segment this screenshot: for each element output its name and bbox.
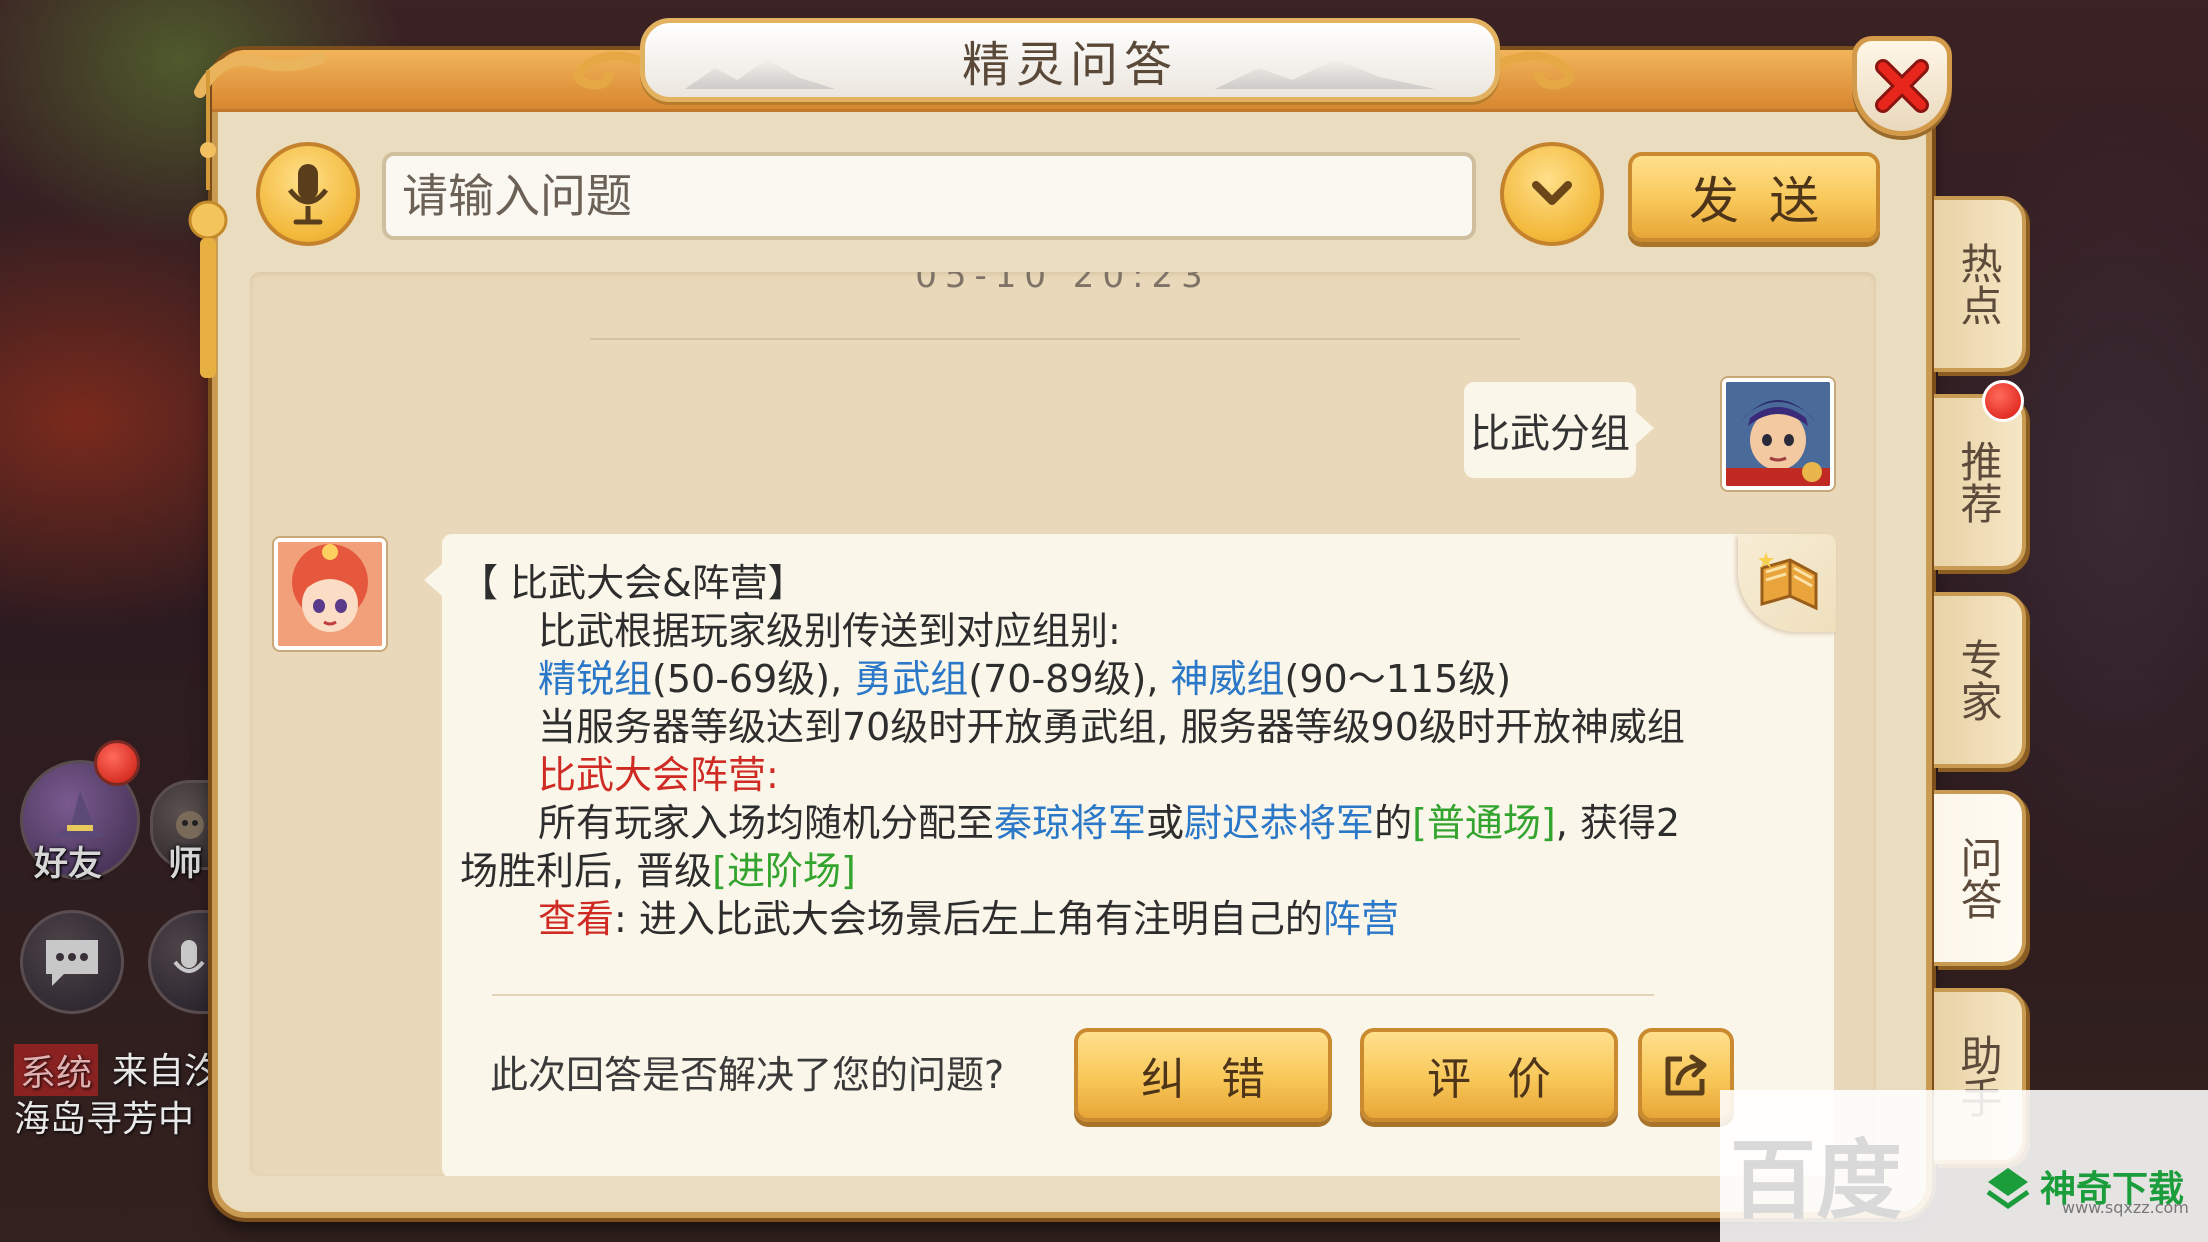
- scroll-ornament-right: [1480, 51, 1575, 90]
- friend-label: 好友: [34, 844, 102, 884]
- close-button[interactable]: [1852, 36, 1952, 136]
- dialog-title: 精灵问答: [961, 37, 1178, 93]
- chat-button[interactable]: [20, 910, 124, 1014]
- answer-line-1: 比武根据玩家级别传送到对应组别:: [538, 609, 1121, 653]
- qin-qiong-link[interactable]: 秦琼将军: [994, 801, 1146, 845]
- elite-group-link[interactable]: 精锐组: [538, 657, 652, 701]
- elite-group-range: (50-69级),: [652, 657, 843, 701]
- answer-text: : 进入比武大会场景后左上角有注明自己的: [614, 897, 1323, 941]
- divine-group-link[interactable]: 神威组: [1171, 657, 1285, 701]
- tab-label: 推荐: [1954, 440, 2003, 524]
- tab-qa[interactable]: 问答: [1934, 790, 2026, 966]
- friend-notification-dot: [94, 740, 140, 786]
- question-input[interactable]: [382, 152, 1476, 240]
- history-dropdown-button[interactable]: [1500, 142, 1604, 246]
- voice-input-button[interactable]: [256, 142, 360, 246]
- answer-text: 所有玩家入场均随机分配至: [538, 801, 995, 845]
- answer-line-3: 当服务器等级达到70级时开放勇武组, 服务器等级90级时开放神威组: [538, 705, 1685, 749]
- tassel-decoration: [188, 70, 228, 378]
- microphone-icon: [288, 164, 328, 225]
- fairy-girl-portrait-icon: [278, 542, 382, 646]
- answer-line-2: 精锐组(50-69级), 勇武组(70-89级), 神威组(90～115级): [538, 648, 1511, 703]
- send-button[interactable]: 发送: [1628, 152, 1880, 242]
- mountain-decoration: [1215, 59, 1435, 89]
- tab-label: 专家: [1954, 638, 2003, 722]
- answer-heading: 【 比武大会&阵营】: [460, 561, 806, 605]
- tab-expert[interactable]: 专家: [1934, 592, 2026, 768]
- answer-text: , 获得2: [1555, 801, 1681, 845]
- chat-line-2: 海岛寻芳中: [14, 1099, 195, 1140]
- divine-group-range: (90～115级): [1284, 657, 1512, 701]
- rate-button[interactable]: 评价: [1360, 1028, 1618, 1122]
- chevron-down-icon: [1532, 181, 1572, 205]
- answer-line-7: 查看: 进入比武大会场景后左上角有注明自己的阵营: [538, 888, 1399, 943]
- chat-area[interactable]: 05-10 20:23 比武分组 【 比武大会&阵营】 比武根据玩家级别传送到对…: [250, 272, 1876, 1176]
- timestamp-divider: [590, 338, 1520, 340]
- open-book-icon: [1758, 552, 1818, 611]
- assistant-avatar: [274, 538, 386, 650]
- correct-error-button[interactable]: 纠错: [1074, 1028, 1332, 1122]
- tab-recommend[interactable]: 推荐: [1934, 394, 2026, 570]
- view-label: 查看: [538, 897, 615, 941]
- yuchi-gong-link[interactable]: 尉迟恭将军: [1184, 801, 1374, 845]
- tab-label: 热点: [1954, 242, 2003, 326]
- brave-group-link[interactable]: 勇武组: [854, 657, 968, 701]
- warrior-portrait-icon: [1726, 382, 1830, 486]
- close-icon: [1875, 59, 1929, 113]
- answer-line-6: 场胜利后, 晋级[进阶场]: [460, 840, 856, 895]
- answer-line-4: 比武大会阵营:: [538, 753, 779, 797]
- baidu-watermark: 百度: [1730, 1131, 1902, 1231]
- brave-group-range: (70-89级),: [968, 657, 1159, 701]
- feedback-divider: [492, 994, 1654, 996]
- chat-bubble-icon: [46, 940, 98, 986]
- microphone-icon: [173, 940, 205, 973]
- book-icon[interactable]: [1738, 534, 1836, 632]
- share-icon: [1665, 1054, 1707, 1096]
- master-label: 师: [168, 844, 202, 884]
- answer-line-5: 所有玩家入场均随机分配至秦琼将军或尉迟恭将军的[普通场], 获得2: [538, 792, 1680, 847]
- user-message-text: 比武分组: [1470, 411, 1630, 457]
- normal-arena-tag: [普通场]: [1412, 801, 1556, 845]
- chat-timestamp: 05-10 20:23: [915, 272, 1211, 296]
- answer-text: 的: [1374, 801, 1413, 845]
- mountain-decoration: [685, 59, 835, 89]
- advanced-arena-tag: [进阶场]: [712, 849, 856, 893]
- feedback-question: 此次回答是否解决了您的问题?: [490, 1053, 1005, 1097]
- user-avatar[interactable]: [1722, 378, 1834, 490]
- answer-bubble: 【 比武大会&阵营】 比武根据玩家级别传送到对应组别: 精锐组(50-69级),…: [424, 534, 1836, 1176]
- answer-text: 或: [1146, 801, 1185, 845]
- tab-hot[interactable]: 热点: [1934, 196, 2026, 372]
- user-message-bubble: 比武分组: [1464, 382, 1654, 478]
- title-plate: 精灵问答: [640, 18, 1500, 102]
- tab-label: 问答: [1954, 836, 2003, 920]
- chat-channel-tag: 系统: [14, 1044, 99, 1096]
- camp-link[interactable]: 阵营: [1323, 897, 1399, 941]
- watermark-url: www.sqxzz.com: [2062, 1198, 2189, 1217]
- recommend-notification-dot: [1982, 380, 2024, 422]
- brand-logo-icon: [1986, 1168, 2030, 1210]
- chat-line-1: 来自汐: [112, 1051, 221, 1092]
- answer-text: 场胜利后, 晋级: [460, 849, 713, 893]
